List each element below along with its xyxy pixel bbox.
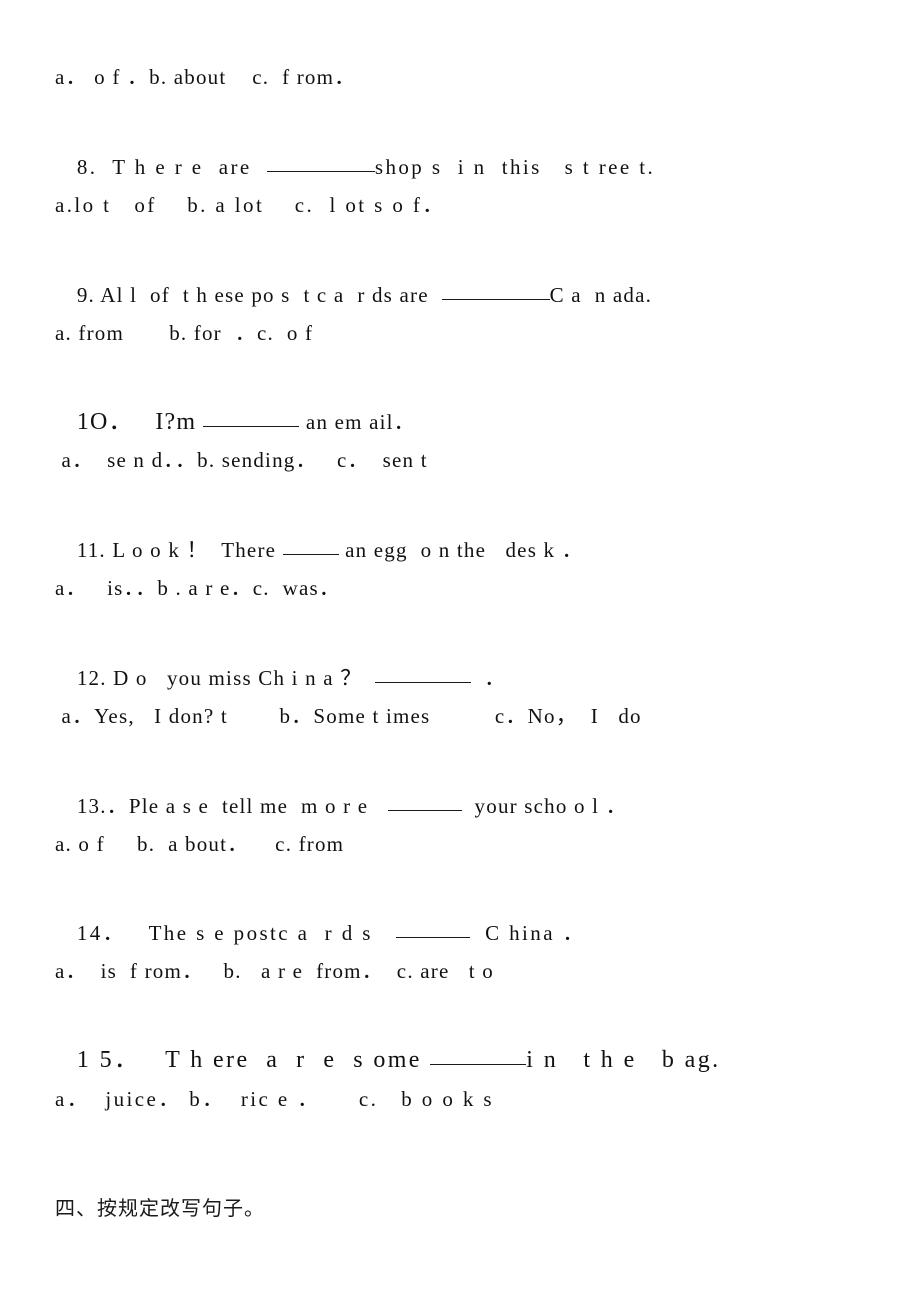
- answer-blank-14[interactable]: [395, 924, 470, 938]
- options-line-9: a. from b. for ．c. o f: [55, 321, 314, 345]
- options-line-14: a． is f rom． b. a r e from． c. are t o: [55, 959, 494, 983]
- options-line-11: a． is．．b . a r e．c. was．: [55, 576, 342, 600]
- question-stem-12-before: 12. D o you miss Ch i n a ？: [76, 666, 376, 690]
- answer-blank-11[interactable]: [282, 541, 339, 555]
- answer-blank-8[interactable]: [266, 158, 375, 172]
- options-line-12: a．Yes, I don? t b．Some t imes c．No， I do: [55, 704, 642, 728]
- question-stem-8-after: shop s i n this s t ree t.: [374, 155, 656, 179]
- question-stem-14-after: C hina ．: [469, 921, 586, 945]
- answer-blank-9[interactable]: [441, 286, 550, 300]
- answer-blank-15[interactable]: [430, 1051, 527, 1065]
- answer-blank-10[interactable]: [203, 413, 300, 427]
- section-heading-four: 四、按规定改写句子。: [55, 1196, 265, 1220]
- worksheet-page: a． o f ．b. about c. f rom． 8. T h e r e …: [0, 0, 920, 1302]
- options-line-13: a. o f b. a bout． c. from: [55, 832, 345, 856]
- options-line-15: a． juice． b． ric e ． c. b o o k s: [55, 1087, 494, 1111]
- question-stem-12-after: ．: [471, 666, 507, 690]
- answer-blank-12[interactable]: [375, 669, 472, 683]
- options-line-8: a.lo t of b. a lot c. l ot s o f．: [55, 193, 446, 217]
- answer-blank-13[interactable]: [387, 797, 462, 811]
- question-stem-14-before: 14． The s e postc a r d s: [76, 921, 396, 945]
- options-line-question-7: a． o f ．b. about c. f rom．: [55, 65, 357, 89]
- question-stem-15-after: i n t h e b ag.: [526, 1047, 721, 1073]
- question-stem-13-after: your scho o l ．: [461, 794, 628, 818]
- question-stem-13-before: 13.．Ple a s e tell me m o r e: [76, 794, 388, 818]
- question-stem-11-before: 11. L o o k ！ There: [76, 538, 283, 562]
- question-stem-10-before: 1O． I?m: [76, 409, 204, 435]
- question-stem-8-before: 8. T h e r e are: [76, 155, 267, 179]
- question-stem-10-after: an em ail．: [299, 410, 416, 434]
- question-stem-15-before: 1 5． T h ere a r e s ome: [76, 1047, 431, 1073]
- question-stem-9-before: 9. Al l of t h ese po s t c a r ds are: [76, 283, 442, 307]
- options-line-10: a． se n d．．b. sending． c． sen t: [55, 448, 428, 472]
- question-stem-9-after: C a n ada.: [549, 283, 653, 307]
- question-stem-11-after: an egg o n the des k ．: [338, 538, 584, 562]
